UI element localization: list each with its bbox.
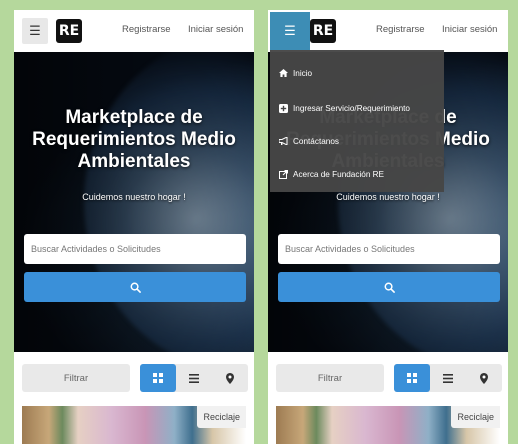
menu-item-label: Ingresar Servicio/Requerimiento: [293, 103, 410, 113]
grid-icon: [407, 373, 417, 383]
search-icon: [384, 282, 395, 293]
login-link[interactable]: Iniciar sesión: [442, 24, 497, 35]
brand-logo[interactable]: RE: [310, 19, 336, 43]
map-view-button[interactable]: [466, 364, 502, 392]
filter-toolbar: Filtrar: [14, 358, 254, 398]
home-icon: [278, 69, 289, 77]
listing-card[interactable]: Reciclaje: [276, 406, 500, 444]
hamburger-icon: ☰: [284, 23, 296, 38]
search-icon: [130, 282, 141, 293]
menu-item-contactanos[interactable]: Contáctanos: [278, 133, 339, 149]
top-navbar: ☰ RE Registrarse Iniciar sesión: [14, 10, 254, 52]
menu-item-label: Acerca de Fundación RE: [293, 169, 385, 179]
hero-subtitle: Cuidemos nuestro hogar !: [336, 192, 440, 202]
screen-menu-open: ☰ RE Registrarse Iniciar sesión Marketpl…: [268, 10, 508, 444]
filter-button[interactable]: Filtrar: [276, 364, 384, 392]
map-view-button[interactable]: [212, 364, 248, 392]
filter-button[interactable]: Filtrar: [22, 364, 130, 392]
list-icon: [443, 373, 453, 383]
listing-card[interactable]: Reciclaje: [22, 406, 246, 444]
search-input[interactable]: [24, 234, 246, 264]
register-link[interactable]: Registrarse: [376, 24, 425, 35]
search-button[interactable]: [24, 272, 246, 302]
brand-logo[interactable]: RE: [56, 19, 82, 43]
list-icon: [189, 373, 199, 383]
menu-item-label: Inicio: [293, 68, 313, 78]
plus-square-icon: [278, 103, 289, 113]
menu-item-inicio[interactable]: Inicio: [278, 65, 312, 81]
category-badge: Reciclaje: [197, 406, 246, 428]
top-navbar: ☰ RE Registrarse Iniciar sesión: [268, 10, 508, 52]
hamburger-icon: ☰: [29, 23, 41, 38]
hero-subtitle: Cuidemos nuestro hogar !: [82, 192, 186, 202]
view-toggle-group: [394, 364, 502, 392]
search-input[interactable]: [278, 234, 500, 264]
map-marker-icon: [480, 372, 488, 384]
list-view-button[interactable]: [176, 364, 212, 392]
menu-item-acerca[interactable]: Acerca de Fundación RE: [278, 166, 384, 182]
menu-item-label: Contáctanos: [293, 136, 339, 146]
megaphone-icon: [278, 137, 289, 145]
hamburger-menu-button[interactable]: ☰: [270, 12, 310, 50]
screen-menu-closed: ☰ RE Registrarse Iniciar sesión Marketpl…: [14, 10, 254, 444]
category-badge: Reciclaje: [451, 406, 500, 428]
filter-toolbar: Filtrar: [268, 358, 508, 398]
nav-dropdown-menu: Inicio Ingresar Servicio/Requerimiento C…: [270, 50, 444, 192]
grid-icon: [153, 373, 163, 383]
search-button[interactable]: [278, 272, 500, 302]
view-toggle-group: [140, 364, 248, 392]
grid-view-button[interactable]: [394, 364, 430, 392]
hero-banner: Marketplace de Requerimientos Medio Ambi…: [14, 52, 254, 352]
external-link-icon: [278, 169, 289, 179]
menu-item-ingresar[interactable]: Ingresar Servicio/Requerimiento: [278, 100, 410, 116]
login-link[interactable]: Iniciar sesión: [188, 24, 243, 35]
hero-title: Marketplace de Requerimientos Medio Ambi…: [32, 107, 236, 172]
map-marker-icon: [226, 372, 234, 384]
list-view-button[interactable]: [430, 364, 466, 392]
register-link[interactable]: Registrarse: [122, 24, 171, 35]
grid-view-button[interactable]: [140, 364, 176, 392]
hamburger-menu-button[interactable]: ☰: [22, 18, 48, 44]
